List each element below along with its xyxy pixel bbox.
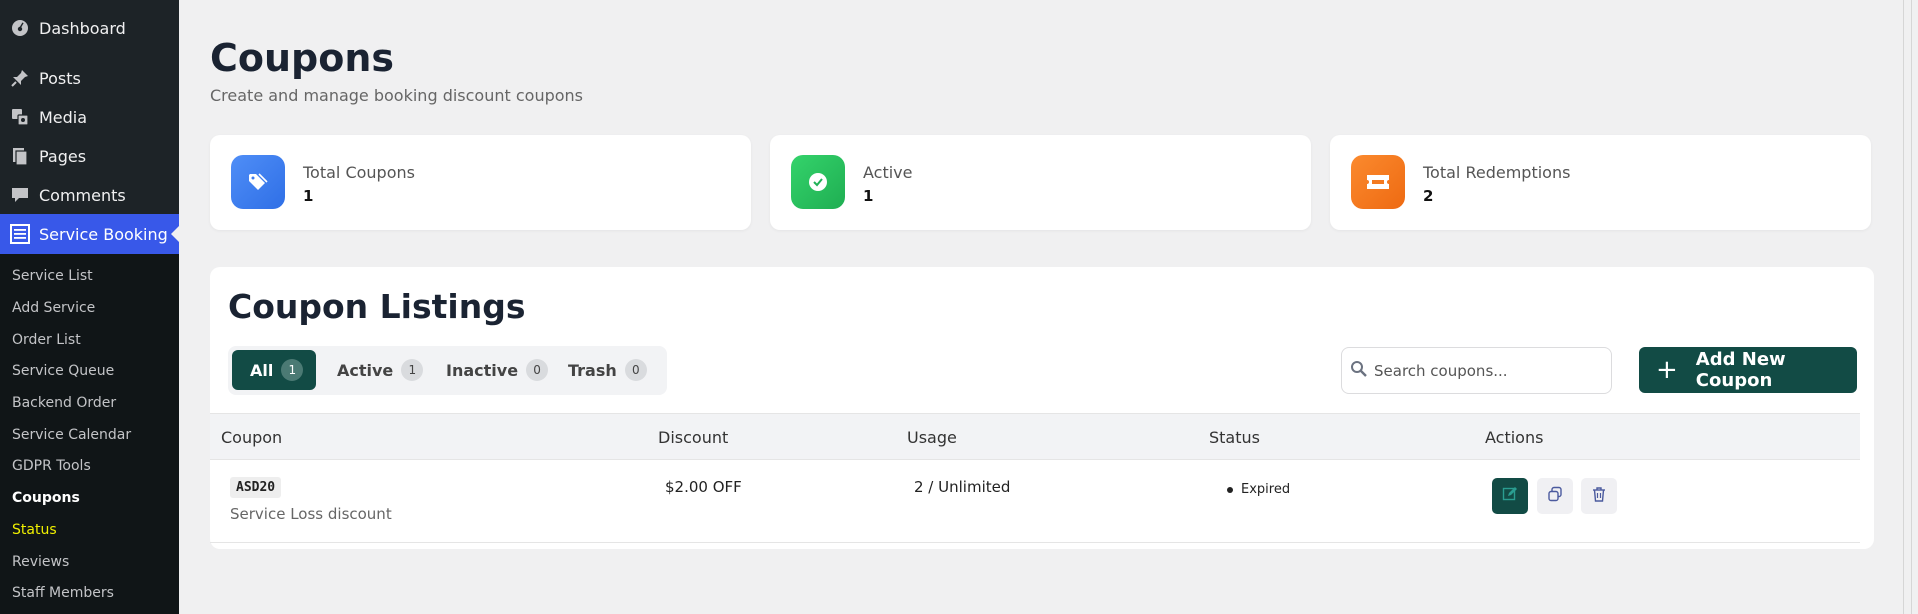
submenu-item-add-service[interactable]: Add Service [12, 296, 95, 320]
tab-count-badge: 0 [624, 359, 647, 381]
column-header-discount[interactable]: Discount [658, 428, 728, 447]
column-header-status[interactable]: Status [1209, 428, 1260, 447]
coupon-code: ASD20 [230, 477, 282, 498]
tab-active[interactable]: Active 1 [319, 350, 424, 390]
stat-value: 1 [863, 187, 874, 205]
submenu-item-coupons[interactable]: Coupons [12, 486, 80, 510]
comment-icon [8, 183, 32, 207]
sidebar-item-label: Media [39, 107, 88, 127]
table-header: Coupon Discount Usage Status Actions [210, 413, 1860, 460]
submenu-item-reviews[interactable]: Reviews [12, 550, 69, 574]
tab-label: Active [337, 360, 394, 380]
main-content: Coupons Create and manage booking discou… [179, 0, 1895, 614]
stat-label: Total Coupons [303, 163, 415, 182]
tab-count-badge: 1 [401, 359, 424, 381]
media-icon [8, 105, 32, 129]
tab-count-badge: 0 [526, 359, 549, 381]
admin-sidebar: Dashboard Posts Media Pages Comments Ser… [0, 0, 179, 614]
stat-label: Total Redemptions [1423, 163, 1571, 182]
stat-value: 2 [1423, 187, 1434, 205]
tab-all[interactable]: All 1 [232, 350, 316, 390]
sidebar-item-pages[interactable]: Pages [0, 136, 179, 176]
page-title: Coupons [210, 36, 395, 80]
sidebar-item-label: Pages [39, 146, 87, 166]
sidebar-item-service-booking[interactable]: Service Booking [0, 214, 179, 254]
service-booking-submenu: Service List Add Service Order List Serv… [0, 254, 179, 614]
submenu-item-order-list[interactable]: Order List [12, 328, 81, 352]
ticket-icon [1351, 155, 1405, 209]
coupon-listings-panel: Coupon Listings All 1 Active 1 Inactive … [210, 267, 1874, 549]
search-input[interactable] [1374, 356, 1604, 386]
stat-card-total-coupons: Total Coupons 1 [210, 135, 751, 230]
tag-icon [231, 155, 285, 209]
stat-card-active: Active 1 [770, 135, 1311, 230]
scrollbar-thumb[interactable] [1903, 0, 1912, 614]
tab-label: All [250, 360, 274, 380]
tab-label: Inactive [446, 360, 519, 380]
pin-icon [8, 66, 32, 90]
sidebar-item-label: Service Booking [39, 224, 168, 244]
status-tabs: All 1 Active 1 Inactive 0 Trash 0 [228, 346, 667, 395]
sidebar-item-label: Dashboard [39, 18, 126, 38]
submenu-item-service-list[interactable]: Service List [12, 264, 93, 288]
pages-icon [8, 144, 32, 168]
submenu-item-staff-members[interactable]: Staff Members [12, 581, 114, 605]
page-subtitle: Create and manage booking discount coupo… [210, 86, 583, 105]
add-new-coupon-button[interactable]: + Add New Coupon [1639, 347, 1857, 393]
table-row: ASD20 Service Loss discount $2.00 OFF 2 … [210, 460, 1860, 543]
tab-label: Trash [568, 360, 617, 380]
edit-icon [1502, 486, 1518, 506]
coupon-discount: $2.00 OFF [665, 478, 742, 496]
status-badge: Expired [1227, 482, 1290, 497]
tab-count-badge: 1 [281, 359, 304, 381]
submenu-item-service-queue[interactable]: Service Queue [12, 359, 114, 383]
column-header-coupon[interactable]: Coupon [221, 428, 282, 447]
stat-value: 1 [303, 187, 314, 205]
stat-card-total-redemptions: Total Redemptions 2 [1330, 135, 1871, 230]
coupon-usage: 2 / Unlimited [914, 478, 1011, 496]
dashboard-icon [8, 16, 32, 40]
sidebar-item-dashboard[interactable]: Dashboard [0, 8, 179, 48]
tab-inactive[interactable]: Inactive 0 [428, 350, 549, 390]
check-circle-icon [791, 155, 845, 209]
page-scrollbar[interactable] [1895, 0, 1918, 614]
add-button-label: Add New Coupon [1695, 349, 1786, 391]
search-box [1341, 347, 1612, 394]
tab-trash[interactable]: Trash 0 [550, 350, 650, 390]
plus-icon: + [1656, 355, 1678, 385]
stat-label: Active [863, 163, 913, 182]
duplicate-button[interactable] [1537, 478, 1573, 514]
submenu-item-backend-order[interactable]: Backend Order [12, 391, 116, 415]
edit-button[interactable] [1492, 478, 1528, 514]
sidebar-item-label: Comments [39, 185, 126, 205]
copy-icon [1547, 486, 1563, 506]
column-header-actions: Actions [1485, 428, 1544, 447]
sidebar-item-label: Posts [39, 68, 81, 88]
submenu-item-status[interactable]: Status [12, 518, 57, 542]
status-text: Expired [1241, 482, 1291, 497]
search-icon [1350, 360, 1368, 382]
sidebar-item-posts[interactable]: Posts [0, 58, 179, 98]
submenu-item-gdpr-tools[interactable]: GDPR Tools [12, 454, 91, 478]
sidebar-item-media[interactable]: Media [0, 97, 179, 137]
delete-button[interactable] [1581, 478, 1617, 514]
submenu-item-service-calendar[interactable]: Service Calendar [12, 423, 131, 447]
status-dot [1227, 486, 1233, 493]
trash-icon [1591, 486, 1607, 506]
coupon-description: Service Loss discount [230, 505, 392, 523]
listings-title: Coupon Listings [228, 287, 526, 326]
list-icon [8, 222, 32, 246]
sidebar-item-comments[interactable]: Comments [0, 175, 179, 215]
column-header-usage[interactable]: Usage [907, 428, 957, 447]
